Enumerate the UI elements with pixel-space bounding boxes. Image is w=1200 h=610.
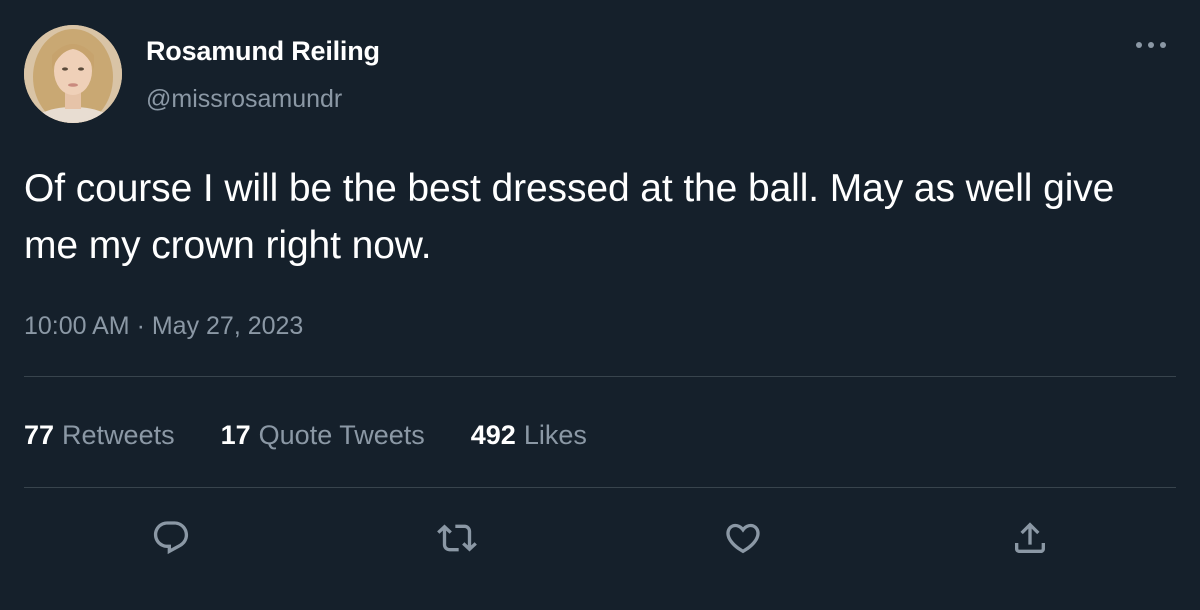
share-icon xyxy=(1015,522,1045,553)
tweet-stats: 77 Retweets 17 Quote Tweets 492 Likes xyxy=(24,418,633,452)
timestamp[interactable]: 10:00 AM · May 27, 2023 xyxy=(24,310,303,342)
retweet-button[interactable] xyxy=(434,515,480,561)
user-handle[interactable]: @missrosamundr xyxy=(146,84,342,114)
retweet-icon xyxy=(437,524,477,552)
avatar-image xyxy=(24,25,122,123)
likes-count: 492 xyxy=(470,420,516,450)
divider xyxy=(24,376,1176,377)
tweet-card: Rosamund Reiling @missrosamundr Of cours… xyxy=(0,0,1200,610)
divider xyxy=(24,487,1176,488)
likes-stat[interactable]: 492 Likes xyxy=(471,418,587,452)
avatar[interactable] xyxy=(24,25,122,123)
quote-tweets-stat[interactable]: 17 Quote Tweets xyxy=(221,418,425,452)
share-button[interactable] xyxy=(1007,515,1053,561)
retweets-label: Retweets xyxy=(62,420,175,450)
heart-icon xyxy=(726,523,760,554)
like-button[interactable] xyxy=(720,515,766,561)
quote-tweets-count: 17 xyxy=(220,420,251,450)
retweets-stat[interactable]: 77 Retweets xyxy=(24,418,175,452)
more-button[interactable] xyxy=(1128,32,1174,58)
tweet-text: Of course I will be the best dressed at … xyxy=(24,167,1115,267)
likes-label: Likes xyxy=(523,420,587,450)
reply-icon xyxy=(153,521,189,555)
display-name[interactable]: Rosamund Reiling xyxy=(146,34,380,68)
reply-button[interactable] xyxy=(148,515,194,561)
retweets-count: 77 xyxy=(24,420,55,450)
quote-tweets-label: Quote Tweets xyxy=(258,420,425,450)
more-icon xyxy=(1136,42,1166,48)
